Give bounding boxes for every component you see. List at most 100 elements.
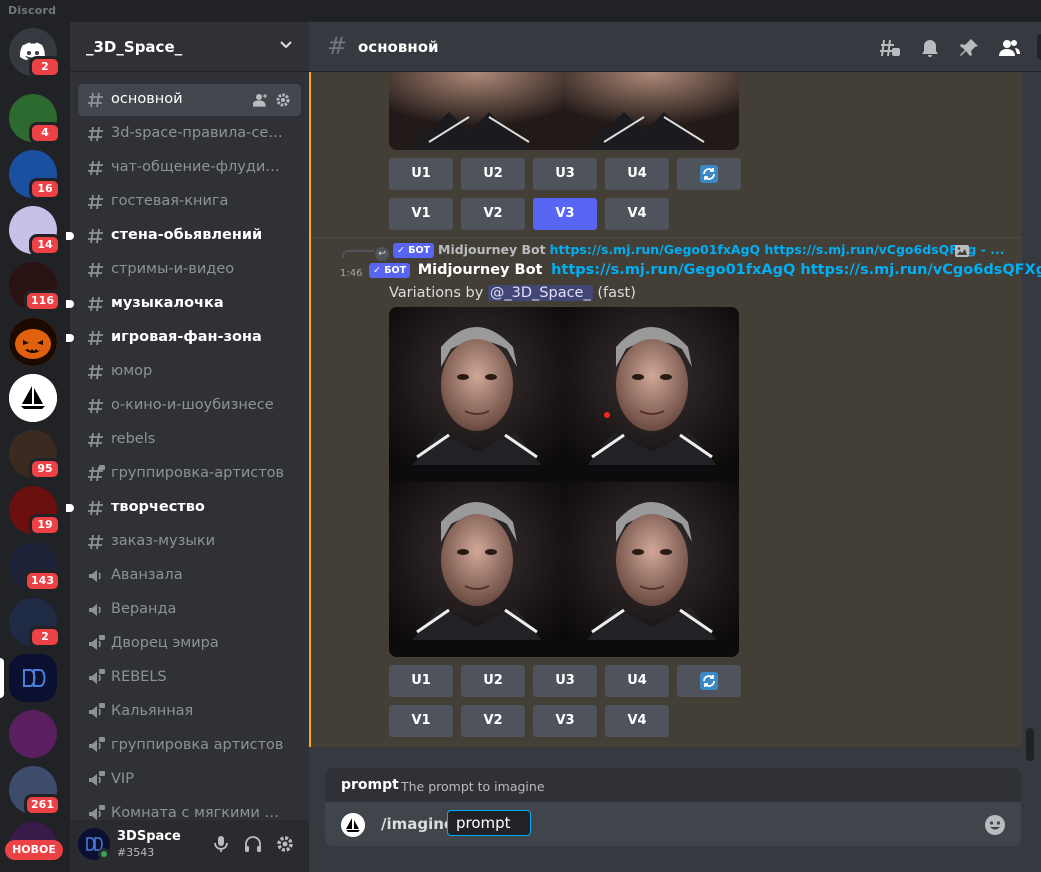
pinned-messages-icon[interactable] — [958, 37, 980, 59]
channel-item[interactable]: rebels — [78, 424, 301, 456]
upscale-u3-button[interactable]: U3 — [533, 665, 597, 697]
channel-name: группировка артистов — [111, 737, 284, 753]
channel-item[interactable]: 3d-space-правила-сервера — [78, 118, 301, 150]
variation-v4-button[interactable]: V4 — [605, 198, 669, 230]
channel-item[interactable]: игровая-фан-зона — [66, 322, 301, 354]
server-icon[interactable] — [9, 374, 57, 422]
upscale-u4-button[interactable]: U4 — [605, 665, 669, 697]
discord-app: Discord 2 4 16 14 116 95 19 143 2 261 НО… — [0, 0, 1041, 872]
server-icon[interactable]: 143 — [9, 542, 61, 592]
channel-name: 3d-space-правила-сервера — [111, 125, 286, 141]
channel-item[interactable]: юмор — [78, 356, 301, 388]
upscale-u4-button[interactable]: U4 — [605, 158, 669, 190]
upscale-u2-button[interactable]: U2 — [461, 665, 525, 697]
user-tag: #3543 — [117, 846, 155, 859]
scrollbar-thumb[interactable] — [1026, 728, 1034, 761]
server-icon[interactable]: 95 — [9, 430, 61, 480]
channel-name: REBELS — [111, 669, 167, 685]
reroll-button[interactable] — [677, 158, 741, 190]
channel-item[interactable]: Кальянная — [78, 696, 301, 728]
channel-item[interactable]: о-кино-и-шоубизнесе — [78, 390, 301, 422]
mention-badge: 14 — [29, 234, 61, 256]
channel-item[interactable]: стена-обьявлений — [66, 220, 301, 252]
server-icon[interactable] — [9, 318, 57, 366]
variation-v2-button[interactable]: V2 — [461, 198, 525, 230]
variation-v1-button[interactable]: V1 — [389, 198, 453, 230]
mention-badge: 95 — [29, 458, 61, 480]
upscale-u1-button[interactable]: U1 — [389, 158, 453, 190]
server-icon[interactable]: 16 — [9, 150, 61, 200]
user-panel: 3DSpace #3543 — [70, 820, 309, 872]
channel-item[interactable]: творчество — [66, 492, 301, 524]
server-icon[interactable]: 19 — [9, 486, 61, 536]
member-list-icon[interactable] — [998, 37, 1020, 59]
image-grid-partial[interactable] — [389, 72, 739, 150]
channel-item[interactable]: Веранда — [78, 594, 301, 626]
channel-name: заказ-музыки — [111, 533, 216, 549]
microphone-icon[interactable] — [211, 834, 231, 854]
upscale-u1-button[interactable]: U1 — [389, 665, 453, 697]
variation-v1-button[interactable]: V1 — [389, 705, 453, 737]
server-icon[interactable]: 14 — [9, 206, 61, 256]
search-input[interactable] — [1037, 34, 1041, 60]
text-channel-icon — [86, 362, 106, 382]
channel-settings-icon[interactable] — [275, 92, 291, 108]
channel-name: Кальянная — [111, 703, 194, 719]
channel-item[interactable]: VIP — [78, 764, 301, 796]
upscale-u3-button[interactable]: U3 — [533, 158, 597, 190]
channel-actions — [253, 92, 293, 108]
app-title: Discord — [8, 4, 57, 17]
notification-bell-icon[interactable] — [919, 37, 941, 59]
reply-preview[interactable]: ↩ ✓ БОТ Midjourney Bot https://s.mj.run/… — [375, 242, 1005, 261]
channel-name: игровая-фан-зона — [111, 329, 262, 345]
server-header[interactable]: _3D_Space_ — [70, 22, 309, 72]
channel-item[interactable]: Аванзала — [78, 560, 301, 592]
channel-item[interactable]: музыкалочка — [66, 288, 301, 320]
variation-v2-button[interactable]: V2 — [461, 705, 525, 737]
voice-channel-locked-icon — [86, 634, 106, 654]
channel-item[interactable]: REBELS — [78, 662, 301, 694]
channel-name: стримы-и-видео — [111, 261, 235, 277]
bot-tag: ✓ БОТ — [369, 263, 411, 278]
variation-v4-button[interactable]: V4 — [605, 705, 669, 737]
variation-v3-button[interactable]: V3 — [533, 705, 597, 737]
mention-badge: 16 — [29, 178, 61, 200]
server-icon[interactable]: 4 — [9, 94, 61, 144]
channel-item[interactable]: чат-общение-флудилка — [78, 152, 301, 184]
channel-item[interactable]: стримы-и-видео — [78, 254, 301, 286]
headphones-icon[interactable] — [243, 834, 263, 854]
channel-item[interactable]: Дворец эмира — [78, 628, 301, 660]
message-list: U1 U2 U3 U4 V1 V2 V3 V4 ↩ ✓ БОТ Midjourn… — [309, 72, 1041, 768]
mention-badge: 2 — [29, 626, 61, 648]
channel-item[interactable]: группировка артистов — [78, 730, 301, 762]
server-icon[interactable]: 116 — [9, 262, 61, 312]
message-input[interactable]: /imagine — [325, 802, 1021, 846]
image-attachment-icon — [955, 245, 969, 257]
settings-gear-icon[interactable] — [275, 834, 295, 854]
channel-item[interactable]: гостевая-книга — [78, 186, 301, 218]
message-link[interactable]: https://s.mj.run/Gego01fxAgQ https://s.m… — [551, 262, 1041, 278]
image-grid[interactable] — [389, 307, 739, 657]
reroll-button[interactable] — [677, 665, 741, 697]
home-button[interactable]: 2 — [9, 28, 61, 78]
invite-user-icon[interactable] — [253, 92, 269, 108]
message-author[interactable]: Midjourney Bot — [418, 262, 543, 278]
server-icon[interactable]: 2 — [9, 598, 61, 648]
channel-item[interactable]: основной — [78, 84, 301, 116]
channel-name: группировка-артистов — [111, 465, 285, 481]
message-body-prefix: Variations by — [389, 285, 484, 301]
message-divider — [311, 237, 1022, 238]
server-icon[interactable] — [9, 710, 57, 758]
variation-v3-button-active[interactable]: V3 — [533, 198, 597, 230]
channel-item[interactable]: группировка-артистов — [78, 458, 301, 490]
emoji-picker-icon[interactable] — [983, 813, 1007, 837]
channel-item[interactable]: заказ-музыки — [78, 526, 301, 558]
threads-icon[interactable] — [879, 37, 901, 59]
new-mentions-badge[interactable]: НОВОЕ — [5, 840, 63, 860]
server-icon[interactable]: 261 — [9, 766, 61, 816]
prompt-option-input[interactable] — [447, 810, 531, 836]
user-mention[interactable]: @_3D_Space_ — [487, 285, 593, 301]
upscale-u2-button[interactable]: U2 — [461, 158, 525, 190]
text-channel-icon: # — [327, 32, 348, 60]
server-icon-selected[interactable] — [0, 654, 57, 702]
